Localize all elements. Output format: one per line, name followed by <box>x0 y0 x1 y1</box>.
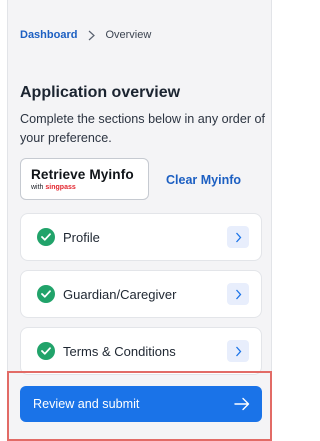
section-card-guardian[interactable]: Guardian/Caregiver <box>20 270 262 318</box>
check-circle-icon <box>37 228 55 246</box>
singpass-brand: singpass <box>45 184 76 191</box>
breadcrumb-current: Overview <box>105 29 152 41</box>
section-label: Guardian/Caregiver <box>63 286 177 302</box>
retrieve-myinfo-button[interactable]: Retrieve Myinfo with singpass <box>20 158 149 200</box>
breadcrumb: Dashboard Overview <box>20 28 151 42</box>
review-and-submit-button[interactable]: Review and submit <box>20 386 262 422</box>
breadcrumb-dashboard-link[interactable]: Dashboard <box>20 29 77 41</box>
chevron-right-icon <box>88 30 96 41</box>
section-card-profile[interactable]: Profile <box>20 213 262 261</box>
page-subtitle: Complete the sections below in any order… <box>20 112 266 145</box>
singpass-logo: with singpass <box>31 183 148 192</box>
myinfo-button-label: Retrieve Myinfo <box>31 167 134 182</box>
arrow-right-icon <box>234 396 250 415</box>
chevron-right-icon[interactable] <box>227 226 249 248</box>
page-title: Application overview <box>20 84 181 101</box>
check-circle-icon <box>37 342 55 360</box>
chevron-right-icon[interactable] <box>227 283 249 305</box>
chevron-right-icon[interactable] <box>227 340 249 362</box>
clear-myinfo-link[interactable]: Clear Myinfo <box>166 173 241 187</box>
check-circle-icon <box>37 285 55 303</box>
myinfo-sub-prefix: with <box>31 184 46 191</box>
section-card-terms[interactable]: Terms & Conditions <box>20 327 262 375</box>
section-label: Profile <box>63 229 100 245</box>
section-label: Terms & Conditions <box>63 343 176 359</box>
submit-button-label: Review and submit <box>33 397 140 411</box>
